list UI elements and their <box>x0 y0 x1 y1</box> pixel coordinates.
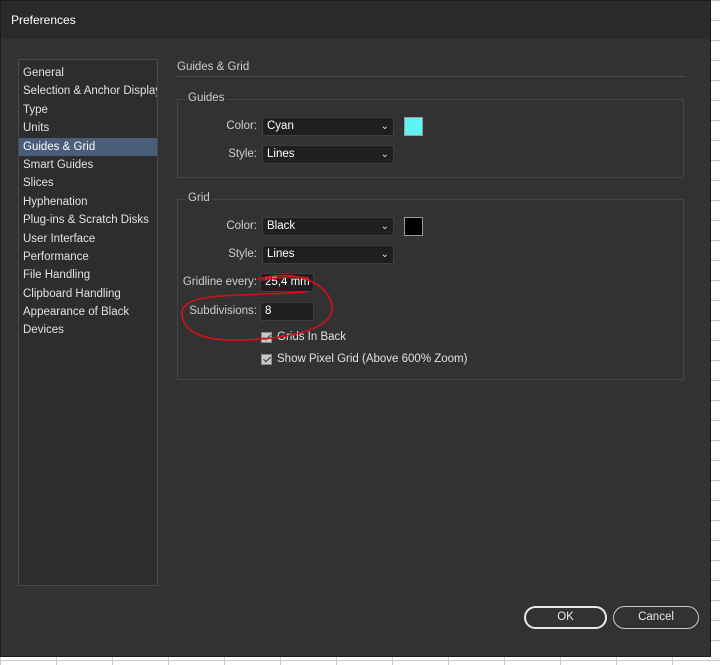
sidebar-item-general[interactable]: General <box>19 64 157 82</box>
grids-in-back-row[interactable]: Grids In Back <box>261 331 346 343</box>
show-pixel-grid-checkbox[interactable] <box>261 353 272 365</box>
grid-style-select[interactable]: Lines ⌄ <box>262 245 394 264</box>
gridline-every-label: Gridline every: <box>182 276 257 288</box>
grid-style-value: Lines <box>267 248 295 260</box>
guides-style-label: Style: <box>228 148 257 160</box>
chevron-down-icon: ⌄ <box>380 221 389 232</box>
sidebar-item-user-interface[interactable]: User Interface <box>19 230 157 248</box>
sidebar-item-plugins-scratch-disks[interactable]: Plug-ins & Scratch Disks <box>19 211 157 229</box>
sidebar-item-selection-anchor-display[interactable]: Selection & Anchor Display <box>19 82 157 100</box>
section-title: Guides & Grid <box>177 61 250 73</box>
grid-style-label: Style: <box>228 248 257 260</box>
ok-button[interactable]: OK <box>524 606 607 629</box>
show-pixel-grid-label: Show Pixel Grid (Above 600% Zoom) <box>277 353 468 365</box>
guides-color-select[interactable]: Cyan ⌄ <box>262 117 394 136</box>
grid-group-title: Grid <box>186 192 212 204</box>
sidebar-item-file-handling[interactable]: File Handling <box>19 266 157 284</box>
dialog-title: Preferences <box>11 13 76 27</box>
sidebar-item-clipboard-handling[interactable]: Clipboard Handling <box>19 285 157 303</box>
subdivisions-label: Subdivisions: <box>189 305 257 317</box>
sidebar-item-smart-guides[interactable]: Smart Guides <box>19 156 157 174</box>
preferences-dialog: Preferences General Selection & Anchor D… <box>0 0 711 657</box>
show-pixel-grid-row[interactable]: Show Pixel Grid (Above 600% Zoom) <box>261 353 467 365</box>
guides-group: Guides <box>177 92 684 178</box>
sidebar-item-units[interactable]: Units <box>19 119 157 137</box>
guides-color-label: Color: <box>226 120 257 132</box>
preferences-sidebar: General Selection & Anchor Display Type … <box>18 59 158 586</box>
sidebar-item-performance[interactable]: Performance <box>19 248 157 266</box>
sidebar-item-type[interactable]: Type <box>19 101 157 119</box>
chevron-down-icon: ⌄ <box>380 249 389 260</box>
guides-style-select[interactable]: Lines ⌄ <box>262 145 394 164</box>
subdivisions-field[interactable]: 8 <box>260 302 314 321</box>
grid-color-select[interactable]: Black ⌄ <box>262 217 394 236</box>
cancel-button[interactable]: Cancel <box>613 606 699 629</box>
grid-color-swatch[interactable] <box>404 217 423 236</box>
sidebar-item-appearance-of-black[interactable]: Appearance of Black <box>19 303 157 321</box>
dialog-titlebar: Preferences <box>1 1 710 39</box>
chevron-down-icon: ⌄ <box>380 121 389 132</box>
section-divider <box>177 76 685 77</box>
guides-style-value: Lines <box>267 148 295 160</box>
grid-color-label: Color: <box>226 220 257 232</box>
grids-in-back-label: Grids In Back <box>277 331 347 343</box>
sidebar-item-hyphenation[interactable]: Hyphenation <box>19 193 157 211</box>
sidebar-item-slices[interactable]: Slices <box>19 174 157 192</box>
chevron-down-icon: ⌄ <box>380 149 389 160</box>
guides-color-value: Cyan <box>267 120 294 132</box>
guides-color-swatch[interactable] <box>404 117 423 136</box>
grid-color-value: Black <box>267 220 296 232</box>
sidebar-item-guides-grid[interactable]: Guides & Grid <box>19 137 157 156</box>
sidebar-item-devices[interactable]: Devices <box>19 321 157 339</box>
grids-in-back-checkbox[interactable] <box>261 331 272 343</box>
guides-group-title: Guides <box>186 92 227 104</box>
gridline-every-field[interactable]: 25,4 mm <box>260 273 314 292</box>
